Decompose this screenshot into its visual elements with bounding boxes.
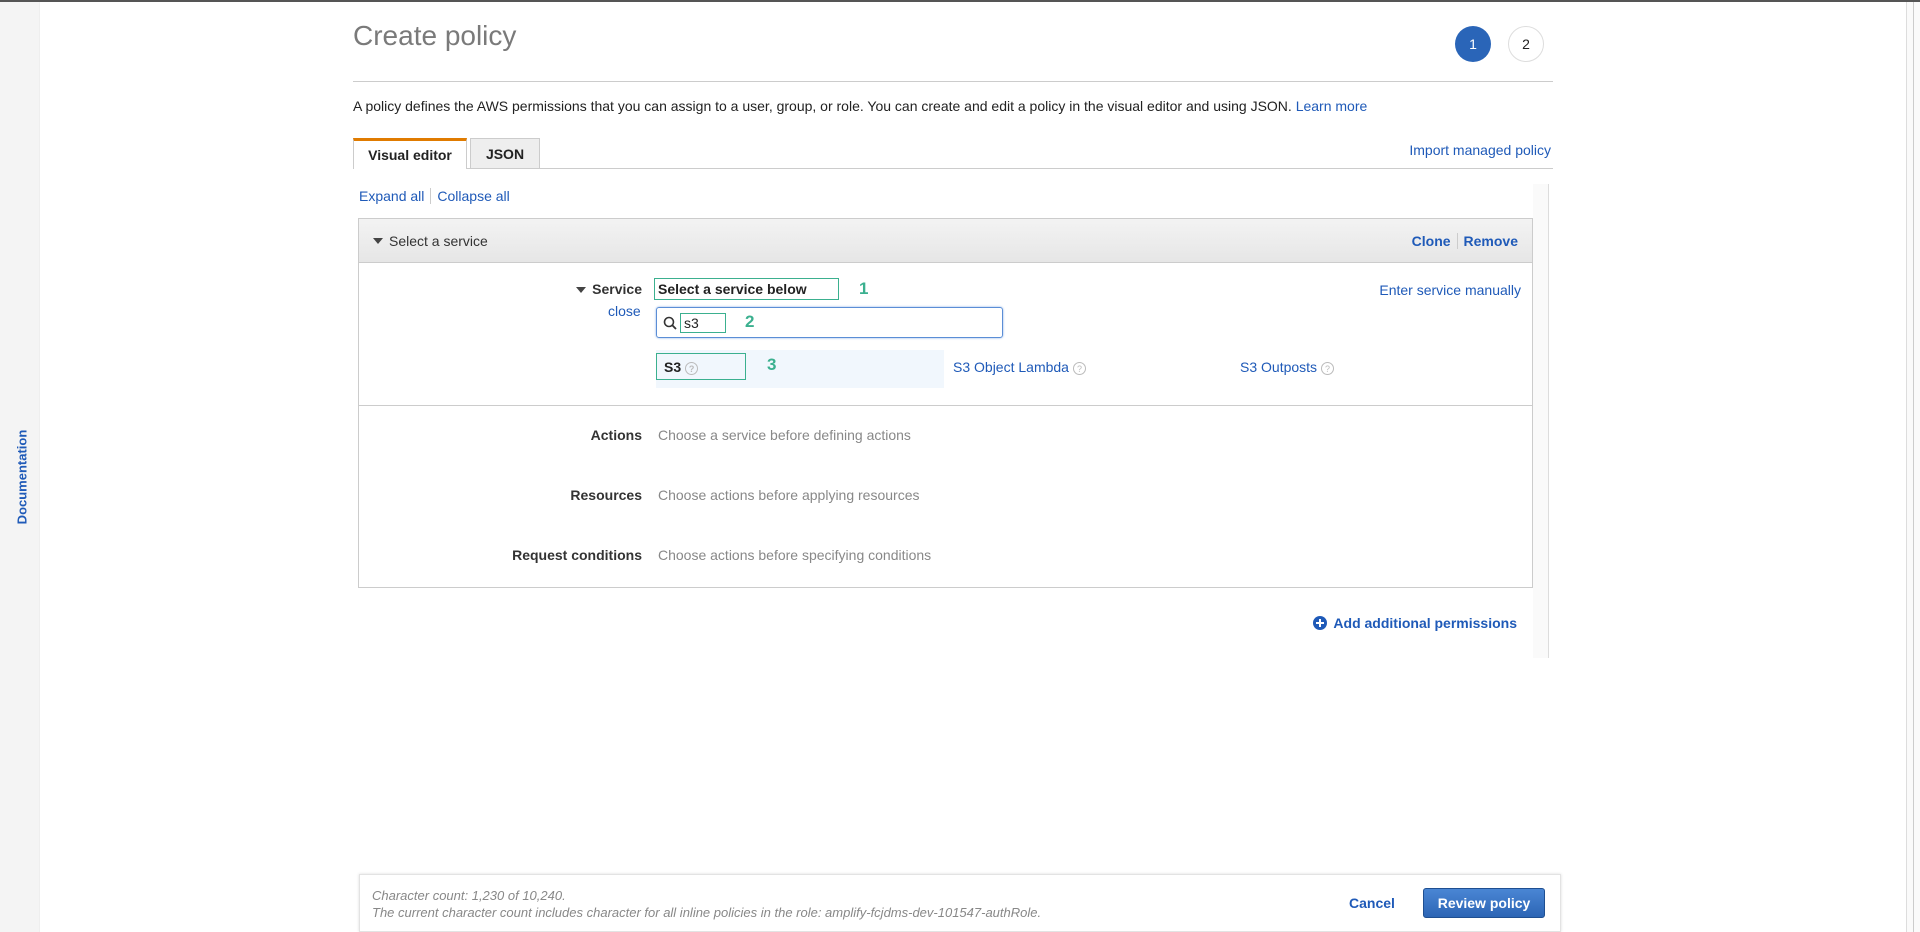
annotation-1: 1	[859, 279, 869, 298]
service-search-input[interactable]: s3 2	[656, 307, 1003, 338]
add-additional-permissions-button[interactable]: Add additional permissions	[1313, 615, 1517, 631]
result-label[interactable]: S3 Object Lambda	[953, 359, 1069, 375]
selected-service[interactable]: Select a service below	[654, 278, 839, 300]
tab-underline	[353, 168, 1553, 169]
editor-scroll-area	[1533, 184, 1549, 658]
description: A policy defines the AWS permissions tha…	[353, 98, 1367, 114]
request-conditions-value: Choose actions before specifying conditi…	[658, 547, 932, 563]
request-conditions-label: Request conditions	[512, 547, 642, 563]
enter-service-manually-link[interactable]: Enter service manually	[1379, 282, 1521, 298]
search-value[interactable]: s3	[680, 313, 726, 333]
service-result-s3-object-lambda[interactable]: S3 Object Lambda?	[953, 359, 1086, 375]
divider	[353, 81, 1553, 82]
help-icon[interactable]: ?	[685, 361, 699, 375]
cancel-button[interactable]: Cancel	[1349, 895, 1395, 911]
actions-label: Actions	[590, 427, 642, 443]
step-1: 1	[1455, 26, 1491, 62]
tab-json[interactable]: JSON	[470, 138, 540, 169]
documentation-link[interactable]: Documentation	[15, 430, 30, 525]
review-policy-button[interactable]: Review policy	[1423, 888, 1545, 918]
separator	[430, 188, 432, 204]
annotation-2: 2	[745, 312, 755, 331]
plus-circle-icon	[1313, 616, 1328, 630]
character-count: Character count: 1,230 of 10,240. The cur…	[372, 887, 1041, 921]
remove-link[interactable]: Remove	[1464, 233, 1518, 249]
search-icon	[663, 316, 677, 330]
permission-panel: Select a service Clone Remove	[358, 218, 1533, 588]
char-count-note: The current character count includes cha…	[372, 905, 1042, 920]
page-scrollbar[interactable]	[1906, 2, 1920, 932]
result-label[interactable]: S3 Outposts	[1240, 359, 1317, 375]
panel-divider	[358, 405, 1533, 406]
top-border	[0, 0, 1920, 2]
collapse-all-link[interactable]: Collapse all	[437, 188, 509, 204]
service-close-link[interactable]: close	[608, 303, 641, 319]
panel-header[interactable]: Select a service Clone Remove	[359, 219, 1532, 263]
panel-title: Select a service	[389, 232, 488, 249]
resources-label: Resources	[570, 487, 642, 503]
expand-all-link[interactable]: Expand all	[359, 188, 424, 204]
resources-value: Choose actions before applying resources	[658, 487, 920, 503]
service-label-row[interactable]: Service	[342, 281, 642, 297]
tab-visual-editor[interactable]: Visual editor	[353, 138, 467, 169]
clone-link[interactable]: Clone	[1412, 233, 1451, 249]
step-2: 2	[1508, 26, 1544, 62]
add-permissions-label: Add additional permissions	[1333, 615, 1517, 631]
description-text: A policy defines the AWS permissions tha…	[353, 98, 1292, 114]
actions-value: Choose a service before defining actions	[658, 427, 911, 443]
collapse-triangle-icon[interactable]	[373, 237, 383, 244]
page-title: Create policy	[353, 20, 517, 51]
help-icon[interactable]: ?	[1072, 361, 1086, 375]
expand-collapse: Expand all Collapse all	[359, 188, 510, 204]
service-triangle-icon[interactable]	[576, 287, 587, 294]
service-result-s3-outposts[interactable]: S3 Outposts?	[1240, 359, 1335, 375]
annotation-3: 3	[767, 355, 777, 374]
learn-more-link[interactable]: Learn more	[1296, 98, 1368, 114]
char-count-text: Character count: 1,230 of 10,240.	[372, 888, 566, 903]
separator	[1456, 232, 1458, 249]
result-label: S3	[664, 359, 682, 375]
scrollbar-track	[1913, 2, 1914, 932]
footer-bar: Character count: 1,230 of 10,240. The cur…	[359, 874, 1561, 932]
help-icon[interactable]: ?	[1321, 361, 1335, 375]
service-result-s3[interactable]: S3?	[656, 353, 746, 380]
service-label: Service	[592, 281, 642, 297]
import-managed-policy-link[interactable]: Import managed policy	[1409, 142, 1551, 158]
